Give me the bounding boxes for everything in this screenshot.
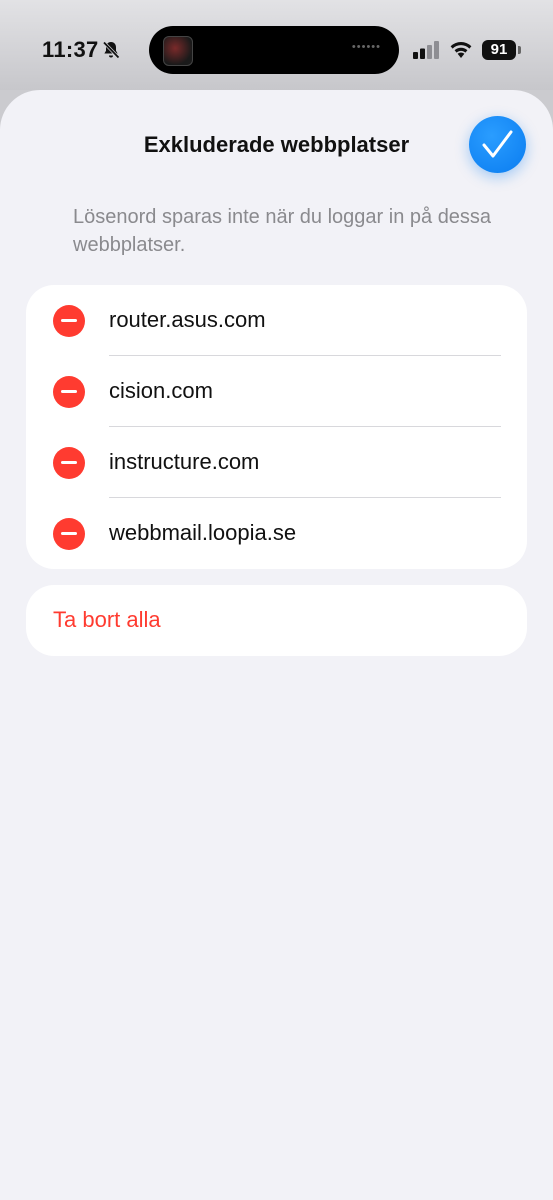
dynamic-island[interactable]: •••••• [149, 26, 399, 74]
list-item: instructure.com [26, 427, 527, 498]
remove-site-button[interactable] [53, 447, 85, 479]
list-item: webbmail.loopia.se [26, 498, 527, 569]
list-item: cision.com [26, 356, 527, 427]
excluded-sites-sheet: Exkluderade webbplatser Lösenord sparas … [0, 90, 553, 1200]
delete-all-label: Ta bort alla [53, 607, 161, 632]
delete-all-button[interactable]: Ta bort alla [26, 585, 527, 656]
wifi-icon [449, 39, 473, 64]
site-label: router.asus.com [109, 307, 266, 332]
checkmark-icon [482, 130, 513, 158]
done-button[interactable] [469, 116, 526, 173]
status-time: 11:37 [42, 37, 99, 62]
sheet-description: Lösenord sparas inte när du loggar in på… [73, 206, 492, 256]
status-bar: 11:37 •••••• 91 [0, 0, 553, 90]
bell-slash-icon [101, 40, 121, 65]
site-label: cision.com [109, 378, 213, 403]
site-label: instructure.com [109, 449, 260, 474]
site-label: webbmail.loopia.se [109, 520, 297, 545]
battery-indicator: 91 [482, 40, 516, 60]
activity-dots-icon: •••••• [351, 41, 381, 53]
cellular-signal-icon [413, 41, 441, 64]
remove-site-button[interactable] [53, 305, 85, 337]
excluded-sites-list: router.asus.com cision.com instructure.c… [26, 285, 527, 569]
remove-site-button[interactable] [53, 518, 85, 550]
list-item: router.asus.com [26, 285, 527, 356]
remove-site-button[interactable] [53, 376, 85, 408]
app-activity-icon [163, 36, 193, 66]
battery-tip [518, 46, 521, 54]
